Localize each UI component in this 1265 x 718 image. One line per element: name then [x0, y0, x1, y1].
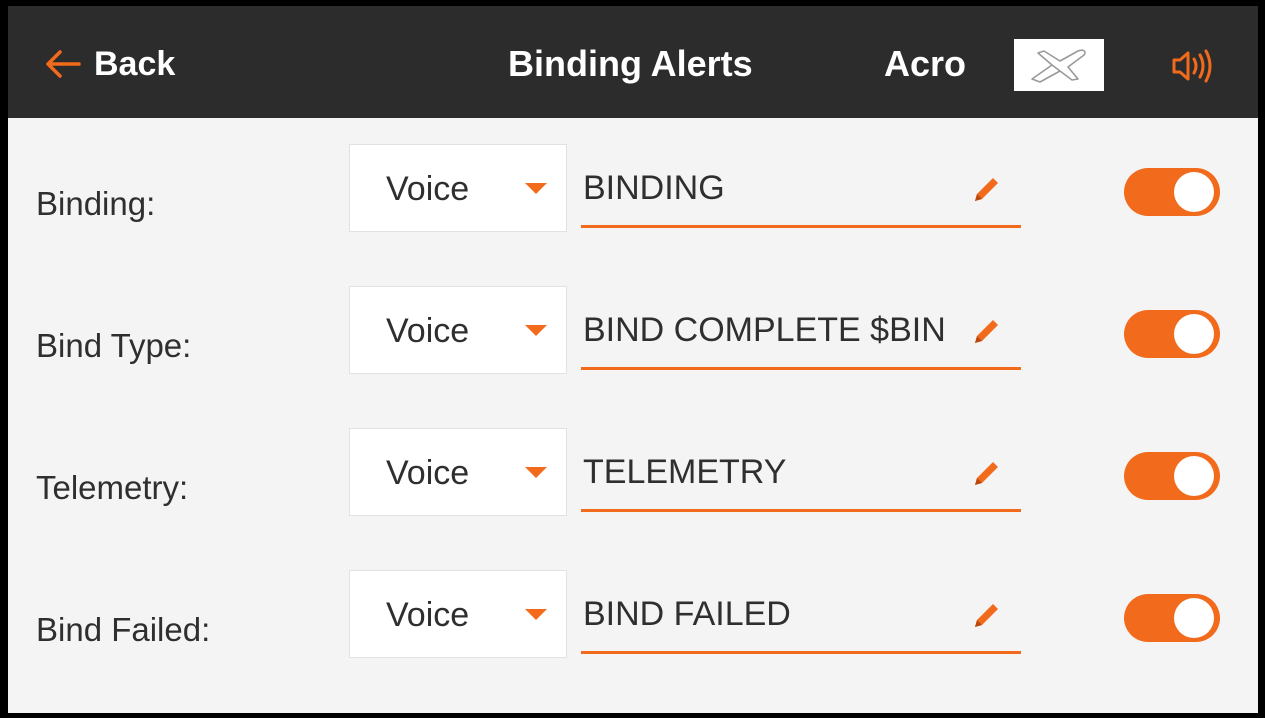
speaker-button[interactable] — [1168, 46, 1222, 86]
field-value: BIND COMPLETE $BIN — [583, 311, 946, 349]
page-title: Binding Alerts — [508, 43, 753, 84]
row-label: Bind Failed: — [36, 611, 211, 648]
alert-text-field[interactable]: BIND FAILED — [581, 592, 1021, 654]
header-bar: Back Binding Alerts Acro — [8, 6, 1258, 118]
alert-row-bind-type: Bind Type: Voice BIND COMPLETE $BIN — [8, 286, 1258, 386]
alert-enable-toggle[interactable] — [1124, 168, 1220, 216]
alert-row-binding: Binding: Voice BINDING — [8, 144, 1258, 244]
field-value: BIND FAILED — [583, 595, 791, 633]
caret-down-icon — [525, 325, 547, 336]
alert-enable-toggle[interactable] — [1124, 310, 1220, 358]
back-label: Back — [94, 44, 176, 83]
row-label: Bind Type: — [36, 327, 192, 364]
caret-down-icon — [525, 183, 547, 194]
caret-down-icon — [525, 467, 547, 478]
pencil-icon[interactable] — [969, 598, 1003, 632]
model-image[interactable] — [1014, 39, 1104, 91]
arrow-left-icon — [46, 50, 81, 78]
toggle-knob — [1174, 172, 1214, 212]
back-button[interactable]: Back — [44, 42, 175, 86]
alert-text-field[interactable]: BINDING — [581, 166, 1021, 228]
alert-enable-toggle[interactable] — [1124, 594, 1220, 642]
alert-enable-toggle[interactable] — [1124, 452, 1220, 500]
pencil-icon[interactable] — [969, 172, 1003, 206]
alert-mode-select[interactable]: Voice — [349, 428, 567, 516]
screen: Back Binding Alerts Acro Binding: Voice … — [8, 6, 1258, 713]
select-value: Voice — [386, 170, 470, 208]
row-label: Binding: — [36, 185, 156, 222]
pencil-icon[interactable] — [969, 314, 1003, 348]
alert-mode-select[interactable]: Voice — [349, 286, 567, 374]
alert-row-bind-failed: Bind Failed: Voice BIND FAILED — [8, 570, 1258, 670]
alert-text-field[interactable]: TELEMETRY — [581, 450, 1021, 512]
alert-row-telemetry: Telemetry: Voice TELEMETRY — [8, 428, 1258, 528]
airplane-icon — [1031, 49, 1086, 83]
caret-down-icon — [525, 609, 547, 620]
pencil-icon[interactable] — [969, 456, 1003, 490]
select-value: Voice — [386, 454, 470, 492]
alert-mode-select[interactable]: Voice — [349, 570, 567, 658]
toggle-knob — [1174, 314, 1214, 354]
field-value: BINDING — [583, 169, 725, 207]
speaker-icon — [1172, 49, 1212, 83]
row-label: Telemetry: — [36, 469, 189, 506]
select-value: Voice — [386, 312, 470, 350]
select-value: Voice — [386, 596, 470, 634]
toggle-knob — [1174, 456, 1214, 496]
model-name: Acro — [884, 43, 967, 84]
alert-text-field[interactable]: BIND COMPLETE $BIN — [581, 308, 1021, 370]
alert-mode-select[interactable]: Voice — [349, 144, 567, 232]
toggle-knob — [1174, 598, 1214, 638]
field-value: TELEMETRY — [583, 453, 787, 491]
